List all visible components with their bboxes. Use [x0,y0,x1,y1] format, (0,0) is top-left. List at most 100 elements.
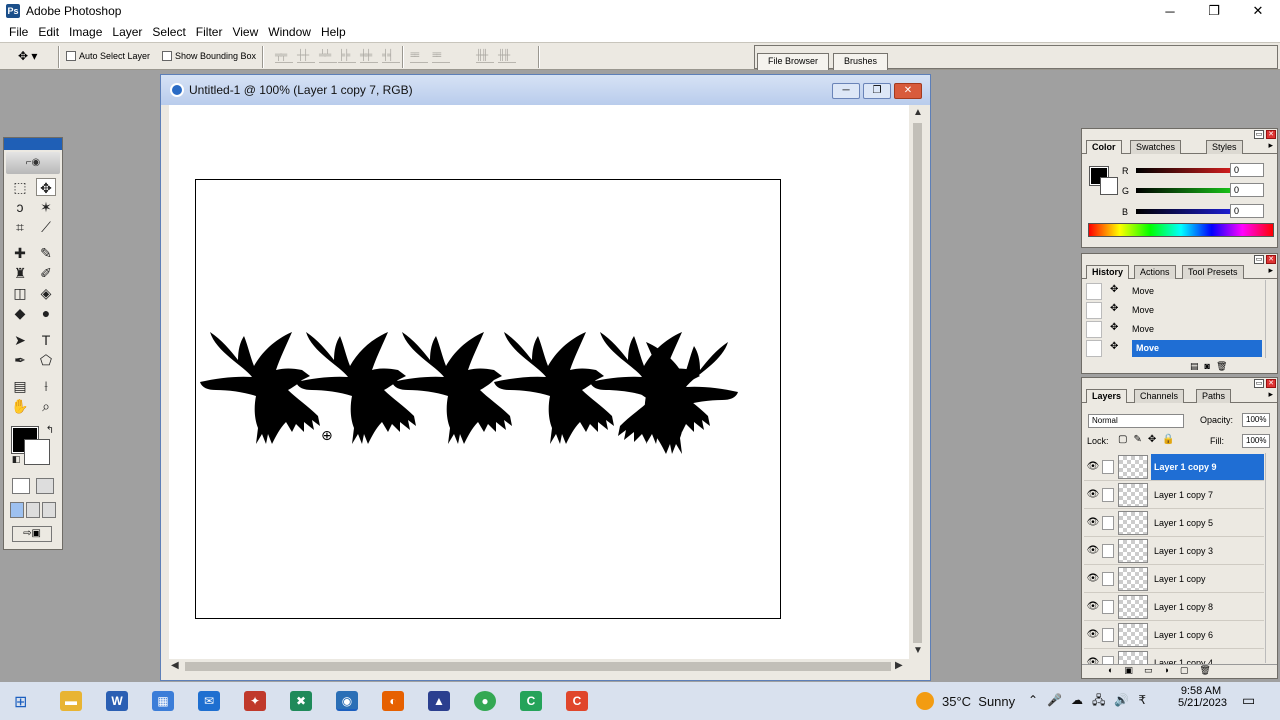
menu-window[interactable]: Window [263,25,316,39]
file-browser-tab[interactable]: File Browser [757,53,830,70]
type-tool-icon[interactable]: T [36,331,56,349]
history-item-selected[interactable]: ✥ Move [1086,339,1262,357]
healing-brush-icon[interactable]: ✚ [10,244,30,262]
system-tray-icons[interactable]: ⌃🎤☁🖧🔊₹ [1028,682,1155,720]
tab-swatches[interactable]: Swatches [1130,140,1182,154]
distribute-center-icon[interactable]: ╫╫ [498,50,516,63]
eye-icon[interactable]: 👁 [1084,489,1102,500]
menu-edit[interactable]: Edit [33,25,64,39]
align-left-icon[interactable]: ╞╞ [338,50,356,63]
blue-value-field[interactable]: 0 [1230,204,1264,218]
hand-tool-icon[interactable]: ✋ [10,397,30,415]
tab-tool-presets[interactable]: Tool Presets [1182,265,1244,279]
history-item[interactable]: ✥ Move [1086,301,1262,319]
file-explorer-icon[interactable]: ▬ [60,691,82,711]
menu-select[interactable]: Select [147,25,190,39]
doc-minimize-button[interactable]: ─ [832,83,860,99]
distribute-left-icon[interactable]: ╫╫ [476,50,494,63]
toolbox-header[interactable] [4,138,62,150]
crop-tool-icon[interactable]: ⌗ [10,218,30,236]
zoom-tool-icon[interactable]: ⌕ [36,397,56,415]
pen-tool-icon[interactable]: ✒ [10,351,30,369]
link-icon[interactable] [1102,543,1114,558]
eye-icon[interactable]: 👁 [1084,461,1102,472]
eye-icon[interactable]: 👁 [1084,601,1102,612]
vertical-scroll-thumb[interactable] [913,123,922,643]
menu-help[interactable]: Help [316,25,351,39]
doc-close-button[interactable]: ✕ [894,83,922,99]
recorder-icon[interactable]: C [566,691,588,711]
app-icon[interactable]: ▲ [428,691,450,711]
notifications-icon[interactable]: ▭ [1242,692,1255,709]
align-center-icon[interactable]: ╪╪ [360,50,378,63]
mail-icon[interactable]: ✉ [198,691,220,711]
color-bg-swatch[interactable] [1100,177,1118,195]
marquee-tool-icon[interactable]: ⬚ [10,178,30,196]
scroll-down-icon[interactable]: ▼ [913,645,923,656]
swap-colors-icon[interactable]: ↰ [40,422,60,440]
menu-file[interactable]: File [4,25,33,39]
align-middle-icon[interactable]: ┼┼ [297,50,315,63]
store-icon[interactable]: ▦ [152,691,174,711]
vertical-scrollbar[interactable]: ▲ ▼ [910,105,924,659]
screen-mode-full-icon[interactable] [42,502,56,518]
link-icon[interactable] [1102,571,1114,586]
tab-actions[interactable]: Actions [1134,265,1176,279]
windows-start-icon[interactable]: ⊞ [14,692,27,712]
shape-tool-icon[interactable]: ⬠ [36,351,56,369]
minimize-button[interactable]: ─ [1148,0,1192,22]
camtasia-icon[interactable]: C [520,691,542,711]
eye-icon[interactable]: 👁 [1084,629,1102,640]
path-selection-icon[interactable]: ➤ [10,331,30,349]
jump-to-imageready-icon[interactable]: ⇨▣ [12,526,52,542]
color-spectrum-bar[interactable] [1088,223,1274,237]
history-item[interactable]: ✥ Move [1086,282,1262,300]
slice-tool-icon[interactable]: ⟋ [36,218,56,236]
layer-row-selected[interactable]: 👁 Layer 1 copy 9 [1084,453,1264,481]
screen-mode-standard-icon[interactable] [10,502,24,518]
horizontal-scrollbar[interactable]: ◀ ▶ [169,659,909,673]
brush-tool-icon[interactable]: ✎ [36,244,56,262]
scroll-up-icon[interactable]: ▲ [913,107,923,118]
app-icon[interactable]: ✦ [244,691,266,711]
fill-field[interactable]: 100% [1242,434,1270,448]
palette-menu-icon[interactable]: ▸ [1268,389,1273,400]
lock-icons[interactable]: ▢✎✥🔒 [1118,434,1181,445]
paint-bucket-icon[interactable]: ◈ [36,284,56,302]
brush-link-icon[interactable] [1102,459,1114,474]
adobe-online-icon[interactable]: ⌐◉ [6,152,60,174]
layer-row[interactable]: 👁 Layer 1 copy [1084,565,1264,593]
tab-styles[interactable]: Styles [1206,140,1243,154]
menu-view[interactable]: View [227,25,263,39]
notes-tool-icon[interactable]: ▤ [10,377,30,395]
weather-widget[interactable]: 35°C Sunny [942,682,1015,720]
dodge-tool-icon[interactable]: ● [36,304,56,322]
layers-footer-icons[interactable]: ◐▣▭◑▢🗑 [1082,664,1277,678]
eye-icon[interactable]: 👁 [1084,573,1102,584]
eyedropper-icon[interactable]: ⟊ [36,377,56,395]
screen-mode-full-menu-icon[interactable] [26,502,40,518]
move-tool-preset-icon[interactable]: ✥ ▾ [18,49,50,65]
artboard[interactable] [195,179,781,619]
green-slider[interactable] [1136,188,1238,193]
layers-scrollbar[interactable] [1265,453,1275,663]
link-icon[interactable] [1102,487,1114,502]
history-scrollbar[interactable] [1265,280,1275,358]
move-tool-icon[interactable]: ✥ [36,178,56,196]
menu-image[interactable]: Image [64,25,107,39]
auto-select-layer-checkbox[interactable]: Auto Select Layer [66,51,150,61]
word-icon[interactable]: W [106,691,128,711]
show-bounding-box-checkbox[interactable]: Show Bounding Box [162,51,256,61]
tab-channels[interactable]: Channels [1134,389,1185,403]
align-right-icon[interactable]: ╡╡ [382,50,400,63]
close-button[interactable]: ✕ [1236,0,1280,22]
align-bottom-icon[interactable]: ╧╧ [319,50,337,63]
palette-minimize-icon[interactable]: ▭ [1254,130,1264,139]
layer-row[interactable]: 👁 Layer 1 copy 6 [1084,621,1264,649]
menu-filter[interactable]: Filter [191,25,228,39]
blur-tool-icon[interactable]: ◆ [10,304,30,322]
layer-row[interactable]: 👁 Layer 1 copy 8 [1084,593,1264,621]
history-item[interactable]: ✥ Move [1086,320,1262,338]
scroll-right-icon[interactable]: ▶ [895,660,903,671]
distribute-top-icon[interactable]: ≡≡ [410,50,428,63]
